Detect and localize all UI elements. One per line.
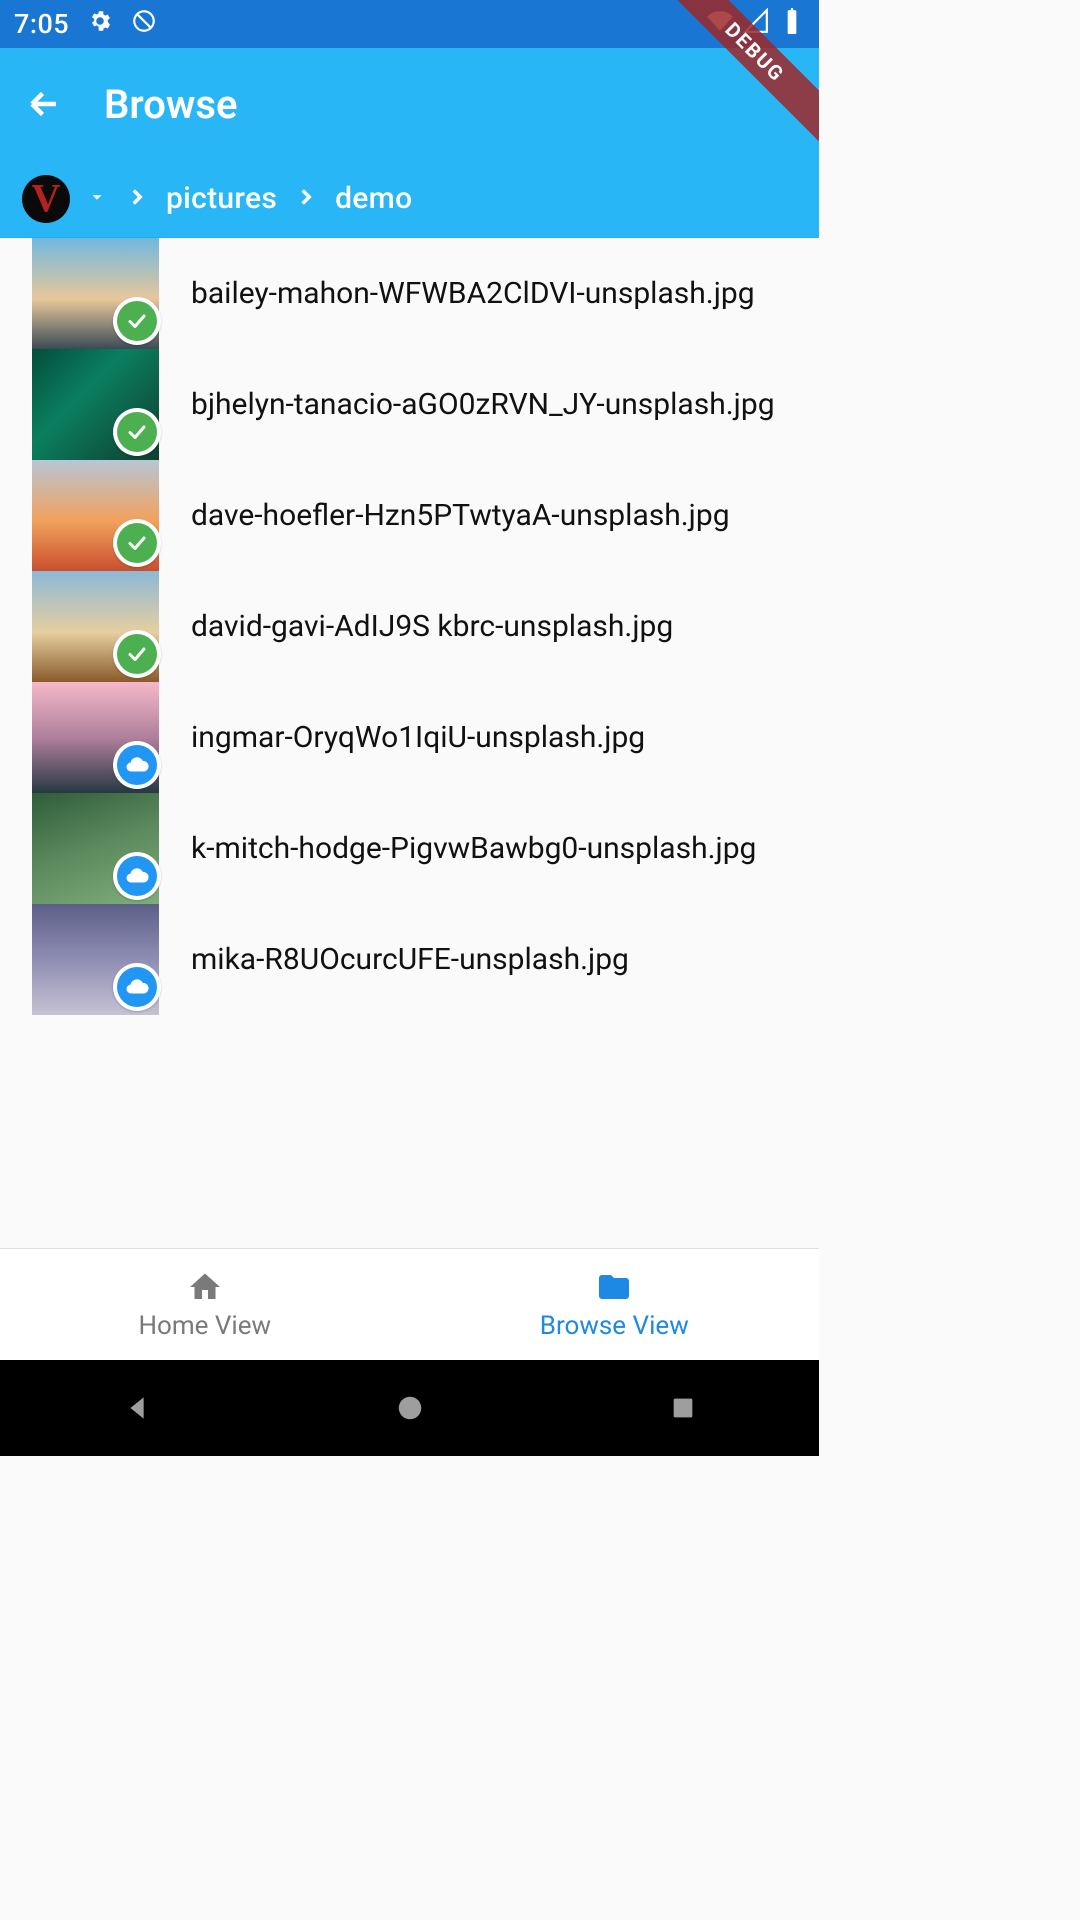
file-name: ingmar-OryqWo1IqiU-unsplash.jpg xyxy=(159,711,819,765)
nav-browse-label: Browse View xyxy=(540,1311,689,1341)
breadcrumb-segment-pictures[interactable]: pictures xyxy=(166,181,277,216)
file-row[interactable]: david-gavi-AdIJ9S kbrc-unsplash.jpg xyxy=(0,571,819,682)
file-thumbnail[interactable] xyxy=(32,904,159,1015)
check-icon xyxy=(117,523,157,563)
file-thumbnail[interactable] xyxy=(32,460,159,571)
file-row[interactable]: k-mitch-hodge-PigvwBawbg0-unsplash.jpg xyxy=(0,793,819,904)
synced-badge xyxy=(113,630,161,678)
file-row[interactable]: bjhelyn-tanacio-aGO0zRVN_JY-unsplash.jpg xyxy=(0,349,819,460)
breadcrumb: V pictures demo xyxy=(0,160,819,238)
breadcrumb-segment-demo[interactable]: demo xyxy=(335,181,412,216)
home-icon xyxy=(187,1269,223,1305)
file-name: bailey-mahon-WFWBA2ClDVI-unsplash.jpg xyxy=(159,267,819,321)
synced-badge xyxy=(113,519,161,567)
cloud-badge xyxy=(113,963,161,1011)
android-recents-button[interactable] xyxy=(659,1384,707,1432)
nav-home-view[interactable]: Home View xyxy=(0,1249,410,1360)
chevron-right-icon xyxy=(293,184,319,214)
android-back-button[interactable] xyxy=(113,1384,161,1432)
cloud-icon xyxy=(117,745,157,785)
cloud-badge xyxy=(113,741,161,789)
app-bar: Browse xyxy=(0,48,819,160)
nav-browse-view[interactable]: Browse View xyxy=(410,1249,820,1360)
file-row[interactable]: ingmar-OryqWo1IqiU-unsplash.jpg xyxy=(0,682,819,793)
bottom-nav: Home View Browse View xyxy=(0,1248,819,1360)
file-thumbnail[interactable] xyxy=(32,682,159,793)
file-row[interactable]: mika-R8UOcurcUFE-unsplash.jpg xyxy=(0,904,819,1015)
android-nav-bar xyxy=(0,1360,819,1456)
do-not-disturb-icon xyxy=(131,8,157,41)
file-name: bjhelyn-tanacio-aGO0zRVN_JY-unsplash.jpg xyxy=(159,378,819,432)
account-avatar[interactable]: V xyxy=(22,175,70,223)
check-icon xyxy=(117,301,157,341)
cloud-icon xyxy=(117,967,157,1007)
file-thumbnail[interactable] xyxy=(32,793,159,904)
status-left: 7:05 xyxy=(14,8,157,41)
file-thumbnail[interactable] xyxy=(32,238,159,349)
status-time: 7:05 xyxy=(14,8,69,40)
android-home-button[interactable] xyxy=(386,1384,434,1432)
file-thumbnail[interactable] xyxy=(32,571,159,682)
file-name: david-gavi-AdIJ9S kbrc-unsplash.jpg xyxy=(159,600,819,654)
chevron-right-icon xyxy=(124,184,150,214)
synced-badge xyxy=(113,408,161,456)
cloud-badge xyxy=(113,852,161,900)
app-bar-title: Browse xyxy=(104,81,238,128)
battery-icon xyxy=(779,8,805,41)
wifi-icon xyxy=(707,8,733,41)
back-button[interactable] xyxy=(20,80,68,128)
status-right xyxy=(707,8,805,41)
file-name: dave-hoefler-Hzn5PTwtyaA-unsplash.jpg xyxy=(159,489,819,543)
file-thumbnail[interactable] xyxy=(32,349,159,460)
status-bar: 7:05 xyxy=(0,0,819,48)
file-row[interactable]: dave-hoefler-Hzn5PTwtyaA-unsplash.jpg xyxy=(0,460,819,571)
cellular-icon xyxy=(743,8,769,41)
settings-icon xyxy=(87,8,113,41)
cloud-icon xyxy=(117,856,157,896)
check-icon xyxy=(117,412,157,452)
screen: DEBUG 7:05 Browse xyxy=(0,0,819,1456)
check-icon xyxy=(117,634,157,674)
file-row[interactable]: bailey-mahon-WFWBA2ClDVI-unsplash.jpg xyxy=(0,238,819,349)
folder-icon xyxy=(596,1269,632,1305)
account-dropdown-icon[interactable] xyxy=(86,186,108,212)
file-name: k-mitch-hodge-PigvwBawbg0-unsplash.jpg xyxy=(159,822,819,876)
file-name: mika-R8UOcurcUFE-unsplash.jpg xyxy=(159,933,819,987)
synced-badge xyxy=(113,297,161,345)
file-list[interactable]: bailey-mahon-WFWBA2ClDVI-unsplash.jpg bjh… xyxy=(0,238,819,1248)
nav-home-label: Home View xyxy=(138,1311,271,1341)
